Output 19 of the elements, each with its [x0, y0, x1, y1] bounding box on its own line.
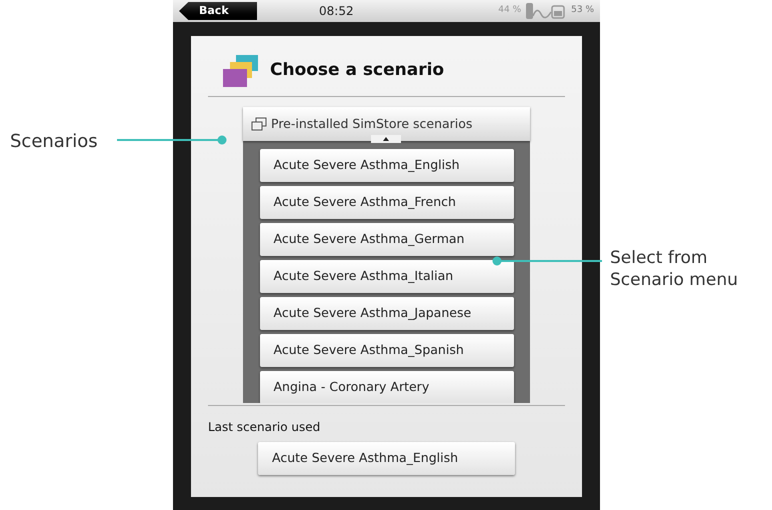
level-reading: 44 %: [498, 4, 522, 18]
stacked-cards-icon: [222, 54, 260, 88]
scenario-item[interactable]: Acute Severe Asthma_Spanish: [260, 334, 514, 367]
scenario-item[interactable]: Acute Severe Asthma_German: [260, 223, 514, 256]
last-scenario-button[interactable]: Acute Severe Asthma_English: [258, 442, 515, 475]
scenario-item[interactable]: Acute Severe Asthma_English: [260, 149, 514, 182]
clock-time: 08:52: [319, 3, 354, 20]
last-used-label: Last scenario used: [208, 420, 320, 434]
screen-title: Choose a scenario: [270, 59, 444, 82]
scenario-dropdown[interactable]: Pre-installed SimStore scenarios: [243, 107, 530, 141]
callout-label: Scenarios: [10, 130, 98, 154]
scenario-item[interactable]: Angina - Coronary Artery: [260, 371, 514, 403]
level-reading: 53 %: [571, 4, 594, 18]
scenario-item[interactable]: Acute Severe Asthma_Italian: [260, 260, 514, 293]
back-button[interactable]: Back: [179, 2, 257, 20]
callout-label: Select from Scenario menu: [610, 247, 739, 291]
scenario-item[interactable]: Acute Severe Asthma_Japanese: [260, 297, 514, 330]
windows-icon: [251, 117, 267, 131]
scenario-item[interactable]: Acute Severe Asthma_French: [260, 186, 514, 219]
